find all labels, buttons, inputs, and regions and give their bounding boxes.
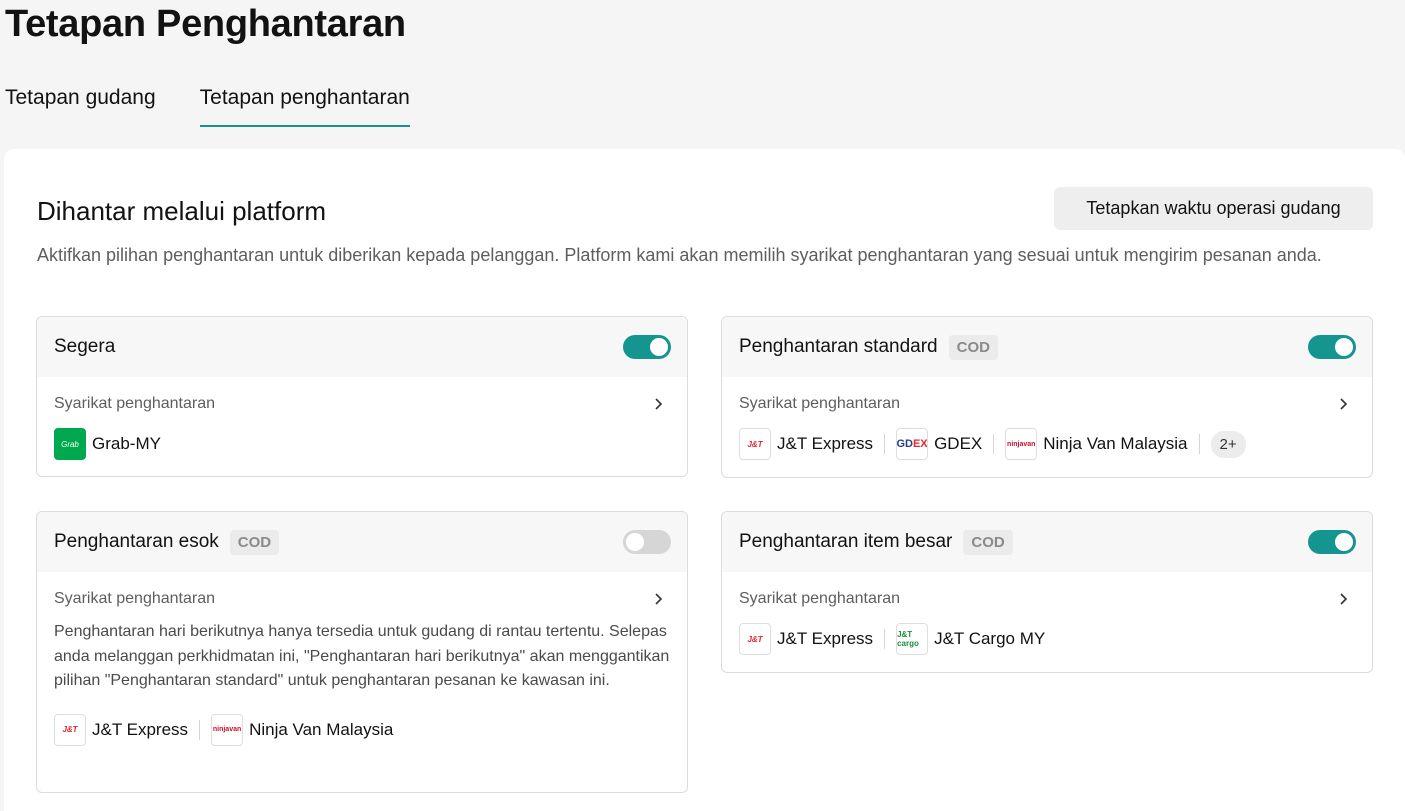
gdex-logo-icon: GD EX bbox=[896, 428, 929, 460]
chevron-right-icon bbox=[655, 593, 663, 605]
divider bbox=[884, 629, 886, 649]
tab-warehouse-settings[interactable]: Tetapan gudang bbox=[5, 86, 156, 127]
jt-cargo-logo-icon: J&T cargo bbox=[896, 623, 929, 655]
carrier-name: Grab-MY bbox=[92, 434, 161, 453]
section-title: Dihantar melalui platform bbox=[37, 196, 327, 226]
carrier-name: GDEX bbox=[934, 434, 983, 453]
tab-bar: Tetapan gudang Tetapan penghantaran bbox=[5, 86, 454, 127]
card-title: Segera bbox=[54, 336, 116, 357]
toggle-knob bbox=[1335, 533, 1353, 551]
delivery-option-card-large-item: Penghantaran item besar COD Syarikat pen… bbox=[721, 511, 1373, 673]
carrier-item: GD EX GDEX bbox=[896, 428, 982, 460]
next-day-note: Penghantaran hari berikutnya hanya terse… bbox=[54, 623, 670, 689]
carrier-name: Ninja Van Malaysia bbox=[249, 719, 394, 739]
divider bbox=[993, 434, 995, 454]
delivery-option-card-segera: Segera Syarikat penghantaran Grab Grab-M… bbox=[36, 316, 688, 477]
carrier-item: Grab Grab-MY bbox=[54, 428, 161, 460]
divider bbox=[199, 719, 201, 740]
toggle-knob bbox=[1335, 338, 1353, 356]
carrier-logos: Grab Grab-MY bbox=[37, 428, 687, 460]
carrier-name: J&T Express bbox=[777, 434, 874, 453]
carrier-row[interactable]: Syarikat penghantaran bbox=[722, 395, 1372, 413]
carrier-item: J&T cargo J&T Cargo MY bbox=[896, 623, 1045, 655]
carrier-name: J&T Express bbox=[92, 719, 189, 739]
set-warehouse-hours-button[interactable]: Tetapkan waktu operasi gudang bbox=[1054, 187, 1373, 230]
carrier-logos: J&T J&T Express J&T cargo J&T Cargo MY bbox=[722, 623, 1372, 655]
card-header: Penghantaran esok COD bbox=[37, 512, 687, 572]
card-header: Penghantaran item besar COD bbox=[722, 512, 1372, 572]
gdex-logo-text: GD bbox=[896, 438, 913, 450]
carrier-label: Syarikat penghantaran bbox=[739, 395, 900, 412]
gdex-logo-suffix: EX bbox=[912, 438, 928, 450]
carrier-logos: J&T J&T Express GD EX GDEX ninjavan Ninja… bbox=[722, 428, 1372, 460]
toggle-knob bbox=[626, 533, 644, 551]
carrier-item: ninjavan Ninja Van Malaysia bbox=[1005, 428, 1188, 460]
jt-express-logo-icon: J&T bbox=[54, 713, 86, 746]
carrier-label: Syarikat penghantaran bbox=[54, 395, 215, 412]
more-carriers-badge[interactable]: 2+ bbox=[1210, 430, 1246, 458]
grab-logo-icon: Grab bbox=[54, 428, 86, 460]
carrier-item: J&T J&T Express bbox=[739, 623, 873, 655]
section-description: Aktifkan pilihan penghantaran untuk dibe… bbox=[37, 245, 1322, 265]
jt-express-logo-icon: J&T bbox=[739, 623, 771, 655]
carrier-name: J&T Cargo MY bbox=[934, 629, 1046, 648]
toggle-knob bbox=[650, 338, 668, 356]
card-title: Penghantaran esok bbox=[54, 531, 219, 552]
divider bbox=[884, 434, 886, 454]
carrier-label: Syarikat penghantaran bbox=[739, 590, 900, 607]
tab-delivery-settings[interactable]: Tetapan penghantaran bbox=[199, 86, 410, 127]
card-title: Penghantaran standard bbox=[739, 336, 938, 357]
carrier-item: J&T J&T Express bbox=[54, 713, 189, 746]
cod-badge: COD bbox=[229, 529, 280, 555]
delivery-option-card-standard: Penghantaran standard COD Syarikat pengh… bbox=[721, 316, 1373, 478]
ninja-van-logo-icon: ninjavan bbox=[1005, 428, 1038, 460]
carrier-name: Ninja Van Malaysia bbox=[1043, 434, 1188, 453]
cod-badge: COD bbox=[948, 334, 998, 360]
page-title: Tetapan Penghantaran bbox=[5, 3, 406, 45]
card-header: Segera bbox=[37, 317, 687, 377]
card-header: Penghantaran standard COD bbox=[722, 317, 1372, 377]
jt-express-logo-icon: J&T bbox=[739, 428, 771, 460]
chevron-right-icon bbox=[1340, 398, 1348, 410]
chevron-right-icon bbox=[1340, 593, 1348, 605]
carrier-item: J&T J&T Express bbox=[739, 428, 873, 460]
carrier-item: ninjavan Ninja Van Malaysia bbox=[211, 713, 394, 746]
carrier-row[interactable]: Syarikat penghantaran bbox=[722, 590, 1372, 608]
carrier-logos: J&T J&T Express ninjavan Ninja Van Malay… bbox=[37, 713, 687, 746]
carrier-label: Syarikat penghantaran bbox=[54, 590, 215, 607]
carrier-name: J&T Express bbox=[777, 629, 874, 648]
carrier-row[interactable]: Syarikat penghantaran bbox=[37, 590, 687, 608]
esok-toggle[interactable] bbox=[623, 530, 671, 554]
standard-toggle[interactable] bbox=[1308, 335, 1356, 359]
delivery-option-card-esok: Penghantaran esok COD Syarikat penghanta… bbox=[36, 511, 688, 793]
chevron-right-icon bbox=[655, 398, 663, 410]
divider bbox=[1198, 434, 1200, 454]
card-title: Penghantaran item besar bbox=[739, 531, 953, 552]
segera-toggle[interactable] bbox=[623, 335, 671, 359]
ninja-van-logo-icon: ninjavan bbox=[211, 713, 244, 746]
carrier-row[interactable]: Syarikat penghantaran bbox=[37, 395, 687, 413]
cod-badge: COD bbox=[963, 529, 1013, 555]
delivery-panel: Dihantar melalui platform Tetapkan waktu… bbox=[4, 149, 1405, 811]
large-item-toggle[interactable] bbox=[1308, 530, 1356, 554]
